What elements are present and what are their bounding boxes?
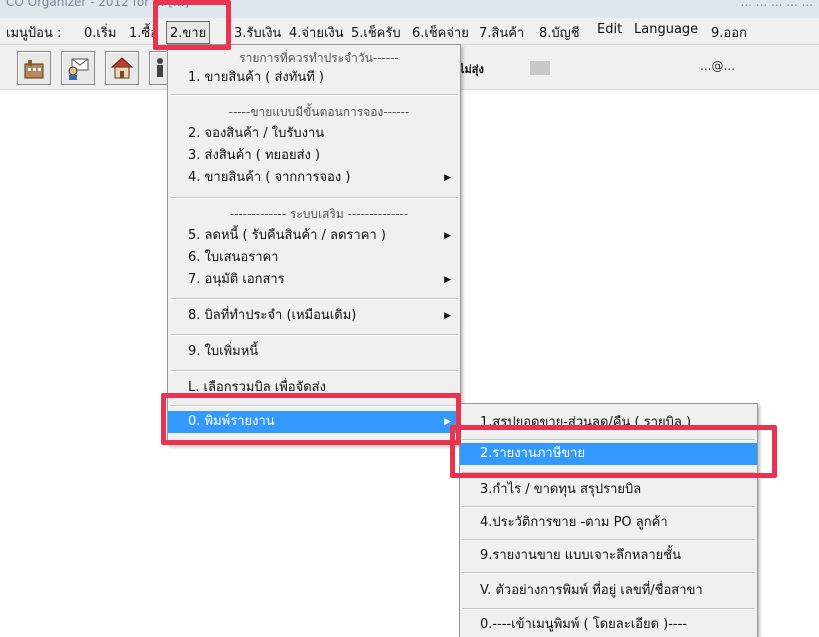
- menu-cheque-out[interactable]: 6.เช็คจ่าย: [412, 22, 469, 43]
- menu-separator: [462, 572, 755, 574]
- menu-exit[interactable]: 9.ออก: [711, 22, 747, 43]
- menu-separator: [462, 608, 755, 610]
- menu-receive[interactable]: 3.รับเงิน: [234, 22, 281, 43]
- house-icon: [110, 57, 134, 79]
- menu-bar: เมนูป้อน : 0.เริ่ม 1.ซื้อ 2.ขาย 3.รับเงิ…: [0, 18, 819, 45]
- toolbar-button-person[interactable]: [149, 51, 169, 85]
- menu-separator: [170, 94, 458, 96]
- menu-item-reserve[interactable]: 2. จองสินค้า / ใบรับงาน: [168, 123, 460, 145]
- menu-item-recurring-bills[interactable]: 8. บิลที่ทำประจำ (เหมือนเดิม) ▶: [168, 305, 460, 327]
- menu-separator: [462, 539, 755, 541]
- menu-item-approve-docs[interactable]: 7. อนุมัติ เอกสาร ▶: [168, 269, 460, 291]
- submenu-item-drilldown-report[interactable]: 9.รายงานขาย แบบเจาะลึกหลายชั้น: [460, 545, 757, 567]
- menu-separator: [462, 506, 755, 508]
- person-icon: [157, 58, 163, 77]
- submenu-arrow-icon: ▶: [444, 275, 451, 285]
- menu-item-deliver[interactable]: 3. ส่งสินค้า ( ทยอยส่ง ): [168, 145, 460, 167]
- menu-header-booking: -----ขายแบบมีขั้นตอนการจอง------: [228, 105, 410, 119]
- menu-start[interactable]: 0.เริ่ม: [84, 22, 116, 43]
- building-icon: [24, 60, 44, 79]
- print-reports-submenu: 1.สรุปยอดขาย-ส่วนลด/คืน ( รายบิล ) 2.ราย…: [459, 403, 758, 637]
- menu-cheque-in[interactable]: 5.เช็ครับ: [351, 22, 401, 43]
- toolbar-button-house[interactable]: [105, 51, 139, 85]
- toolbar-button-building[interactable]: [17, 51, 51, 85]
- menu-item-sell-immediate[interactable]: 1. ขายสินค้า ( ส่งทันที ): [168, 67, 460, 89]
- toolbar-indicator: [530, 61, 550, 75]
- menu-products[interactable]: 7.สินค้า: [479, 22, 524, 43]
- window-title-right: ... ... ... ... ...: [740, 0, 813, 9]
- submenu-arrow-icon: ▶: [444, 231, 451, 241]
- menu-item-debit-note[interactable]: 9. ใบเพิ่มหนี้: [168, 341, 460, 363]
- menu-item-combine-bills[interactable]: L. เลือกรวมบิล เพื่อจัดส่ง: [168, 377, 460, 399]
- menu-item-print-reports[interactable]: 0. พิมพ์รายงาน ▶: [168, 411, 460, 433]
- menu-accounts[interactable]: 8.บัญชี: [539, 22, 580, 43]
- menu-separator: [462, 472, 755, 474]
- window-title: CO Organizer - 2012 for ... [...]: [6, 0, 190, 9]
- toolbar-status-text: ไม่สุ่ง: [459, 63, 484, 76]
- menubar-label: เมนูป้อน :: [6, 26, 62, 41]
- menu-separator: [170, 334, 458, 336]
- submenu-item-detailed-print-menu[interactable]: 0.----เข้าเมนูพิมพ์ ( โดยละเอียด )----: [460, 614, 757, 636]
- sell-dropdown-menu: รายการที่ควรทำประจำวัน------ 1. ขายสินค้…: [167, 44, 461, 445]
- submenu-arrow-icon: ▶: [444, 417, 451, 427]
- menu-pay[interactable]: 4.จ่ายเงิน: [289, 22, 344, 43]
- submenu-item-sales-tax-report[interactable]: 2.รายงานภาษีขาย: [460, 443, 757, 465]
- menu-edit[interactable]: Edit: [597, 22, 622, 37]
- menu-separator: [170, 370, 458, 372]
- menu-header-daily: รายการที่ควรทำประจำวัน------: [239, 51, 399, 65]
- menu-item-quotation[interactable]: 6. ใบเสนอราคา: [168, 247, 460, 269]
- window-titlebar: CO Organizer - 2012 for ... [...] ... ..…: [0, 0, 819, 18]
- menu-sell[interactable]: 2.ขาย: [166, 21, 211, 44]
- mail-user-icon: [68, 58, 89, 80]
- toolbar-button-mail[interactable]: [61, 51, 95, 85]
- submenu-item-sales-summary[interactable]: 1.สรุปยอดขาย-ส่วนลด/คืน ( รายบิล ): [460, 412, 757, 434]
- submenu-item-profit-loss[interactable]: 3.กำไร / ขาดทุน สรุปรายบิล: [460, 479, 757, 501]
- toolbar-email: ...@...: [700, 59, 735, 73]
- menu-separator: [170, 298, 458, 300]
- menu-buy[interactable]: 1.ซื้อ: [129, 22, 158, 43]
- menu-separator: [462, 439, 755, 441]
- menu-item-sell-from-reserve[interactable]: 4. ขายสินค้า ( จากการจอง ) ▶: [168, 167, 460, 189]
- menu-separator: [170, 197, 458, 199]
- submenu-item-print-preview[interactable]: V. ตัวอย่างการพิมพ์ ที่อยู่ เลขที่/ชื่อส…: [460, 580, 757, 602]
- menu-separator: [170, 405, 458, 407]
- submenu-arrow-icon: ▶: [444, 173, 451, 183]
- submenu-arrow-icon: ▶: [444, 311, 451, 321]
- menu-language[interactable]: Language: [634, 22, 698, 37]
- menu-item-credit-note[interactable]: 5. ลดหนี้ ( รับคืนสินค้า / ลดราคา ) ▶: [168, 225, 460, 247]
- menu-header-extra: ------------- ระบบเสริม --------------: [229, 207, 409, 221]
- submenu-item-sales-history-po[interactable]: 4.ประวัติการขาย -ตาม PO ลูกค้า: [460, 512, 757, 534]
